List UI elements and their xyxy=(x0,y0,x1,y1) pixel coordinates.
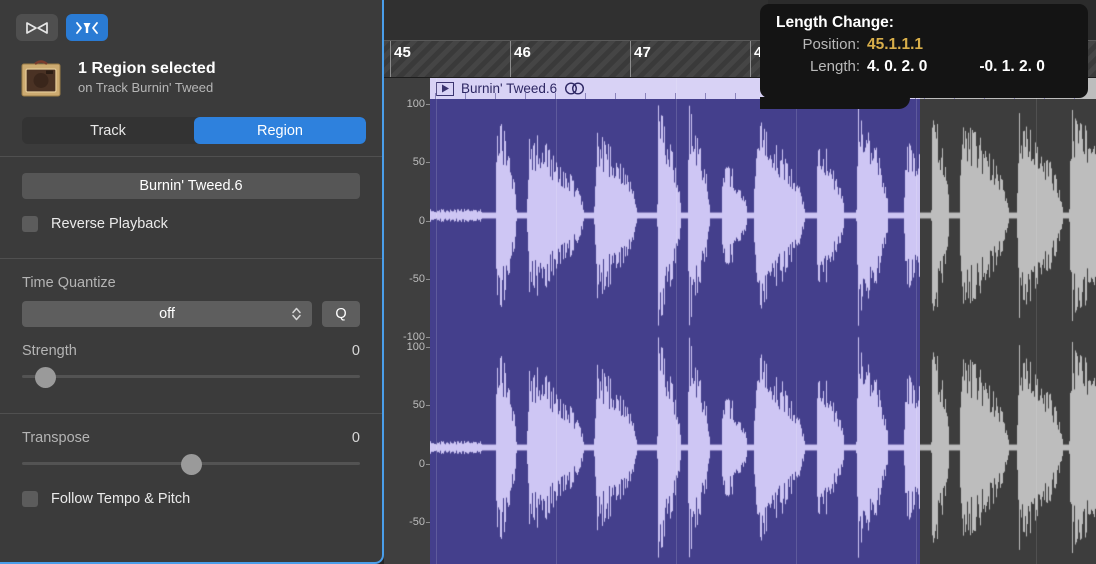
selection-subtitle: on Track Burnin' Tweed xyxy=(78,80,216,95)
tooltip-position-value: 45.1.1.1 xyxy=(867,36,923,54)
bar-gridline xyxy=(1036,78,1037,564)
reverse-playback-label: Reverse Playback xyxy=(51,216,168,232)
region-name-field[interactable]: Burnin' Tweed.6 xyxy=(22,173,360,199)
amplitude-tick-label: 100 xyxy=(407,98,425,110)
strength-value: 0 xyxy=(352,343,360,359)
length-change-tooltip: Length Change: Position: 45.1.1.1 Length… xyxy=(760,4,1088,98)
track-region-toggle[interactable]: Track Region xyxy=(22,117,366,144)
tooltip-position-row: Position: 45.1.1.1 xyxy=(776,36,1072,54)
region-name-section: Burnin' Tweed.6 Reverse Playback xyxy=(0,157,382,246)
waveform-canvas xyxy=(920,99,1096,331)
transpose-section: Transpose 0 Follow Tempo & Pitch xyxy=(0,414,382,521)
tooltip-length-row: Length: 4. 0. 2. 0 -0. 1. 2. 0 xyxy=(776,58,1072,76)
bar-tick xyxy=(630,41,631,77)
time-quantize-select[interactable]: off xyxy=(22,301,312,327)
amplitude-tick-label: 100 xyxy=(407,341,425,353)
tooltip-tail xyxy=(760,97,910,109)
amplitude-tick-label: 50 xyxy=(413,156,425,168)
amplitude-tick-label: 50 xyxy=(413,399,425,411)
bar-gridline xyxy=(556,78,557,564)
bar-number: 45 xyxy=(394,44,411,61)
reverse-playback-checkbox[interactable] xyxy=(22,216,38,232)
tab-region[interactable]: Region xyxy=(194,117,366,144)
waveform-channel-right xyxy=(430,331,920,563)
bar-tick xyxy=(510,41,511,77)
strength-slider[interactable] xyxy=(22,365,360,387)
amplitude-tick-label: 0 xyxy=(419,458,425,470)
inspector-toolbar[interactable] xyxy=(0,10,382,41)
bar-number: 46 xyxy=(514,44,531,61)
transpose-label: Transpose xyxy=(22,430,90,446)
strength-slider-knob[interactable] xyxy=(35,367,56,388)
time-quantize-label: Time Quantize xyxy=(22,275,360,291)
transpose-row: Transpose 0 xyxy=(22,430,360,446)
time-quantize-value: off xyxy=(159,306,175,322)
bar-gridline xyxy=(916,78,917,564)
strength-label: Strength xyxy=(22,343,77,359)
audio-region-unselected[interactable] xyxy=(920,78,1096,564)
tooltip-length-value: 4. 0. 2. 0 xyxy=(867,58,927,76)
bar-tick xyxy=(750,41,751,77)
chevron-updown-icon[interactable] xyxy=(291,306,302,322)
follow-tempo-label: Follow Tempo & Pitch xyxy=(51,491,190,507)
waveform-channel-left xyxy=(430,99,920,331)
loop-browser-icon[interactable] xyxy=(16,14,58,41)
tooltip-length-key: Length: xyxy=(776,58,860,75)
amplitude-tick-label: 0 xyxy=(419,215,425,227)
bar-gridline xyxy=(436,78,437,564)
transpose-slider[interactable] xyxy=(22,452,360,474)
selection-title: 1 Region selected xyxy=(78,60,216,78)
waveform-channel-right-unselected xyxy=(920,331,1096,563)
tooltip-position-key: Position: xyxy=(776,36,860,53)
time-quantize-section: Time Quantize off Q Strength 0 xyxy=(0,259,382,401)
waveform-canvas xyxy=(430,331,920,563)
amplitude-tick-label: -50 xyxy=(409,273,425,285)
track-lane[interactable]: 100500-50-100100500-50-100 Burnin' Tweed… xyxy=(384,78,1096,564)
bar-gridline xyxy=(796,78,797,564)
transpose-value: 0 xyxy=(352,430,360,446)
tooltip-title: Length Change: xyxy=(776,14,1072,32)
strength-slider-track[interactable] xyxy=(22,375,360,378)
bar-number: 47 xyxy=(634,44,651,61)
guitar-amp-icon xyxy=(18,55,64,101)
quantize-apply-button[interactable]: Q xyxy=(322,301,360,327)
mixer-icon[interactable] xyxy=(66,14,108,41)
waveform-canvas xyxy=(920,331,1096,563)
tooltip-length-delta: -0. 1. 2. 0 xyxy=(979,58,1044,76)
selection-summary: 1 Region selected on Track Burnin' Tweed xyxy=(0,41,382,101)
region-inspector-panel[interactable]: 1 Region selected on Track Burnin' Tweed… xyxy=(0,0,384,564)
strength-row: Strength 0 xyxy=(22,343,360,359)
follow-tempo-row[interactable]: Follow Tempo & Pitch xyxy=(22,491,360,507)
waveform-canvas xyxy=(430,99,920,331)
waveform-channel-left-unselected xyxy=(920,99,1096,331)
reverse-playback-row[interactable]: Reverse Playback xyxy=(22,216,360,232)
tab-track[interactable]: Track xyxy=(22,117,194,144)
transpose-slider-knob[interactable] xyxy=(181,454,202,475)
logic-pro-window: 454647484950 100500-50-100100500-50-100 … xyxy=(0,0,1096,564)
bar-tick xyxy=(390,41,391,77)
audio-region-selected[interactable]: Burnin' Tweed.6 xyxy=(430,78,920,564)
follow-tempo-checkbox[interactable] xyxy=(22,491,38,507)
amplitude-axis: 100500-50-100100500-50-100 xyxy=(384,78,430,564)
amplitude-tick-label: -50 xyxy=(409,516,425,528)
bar-gridline xyxy=(676,78,677,564)
